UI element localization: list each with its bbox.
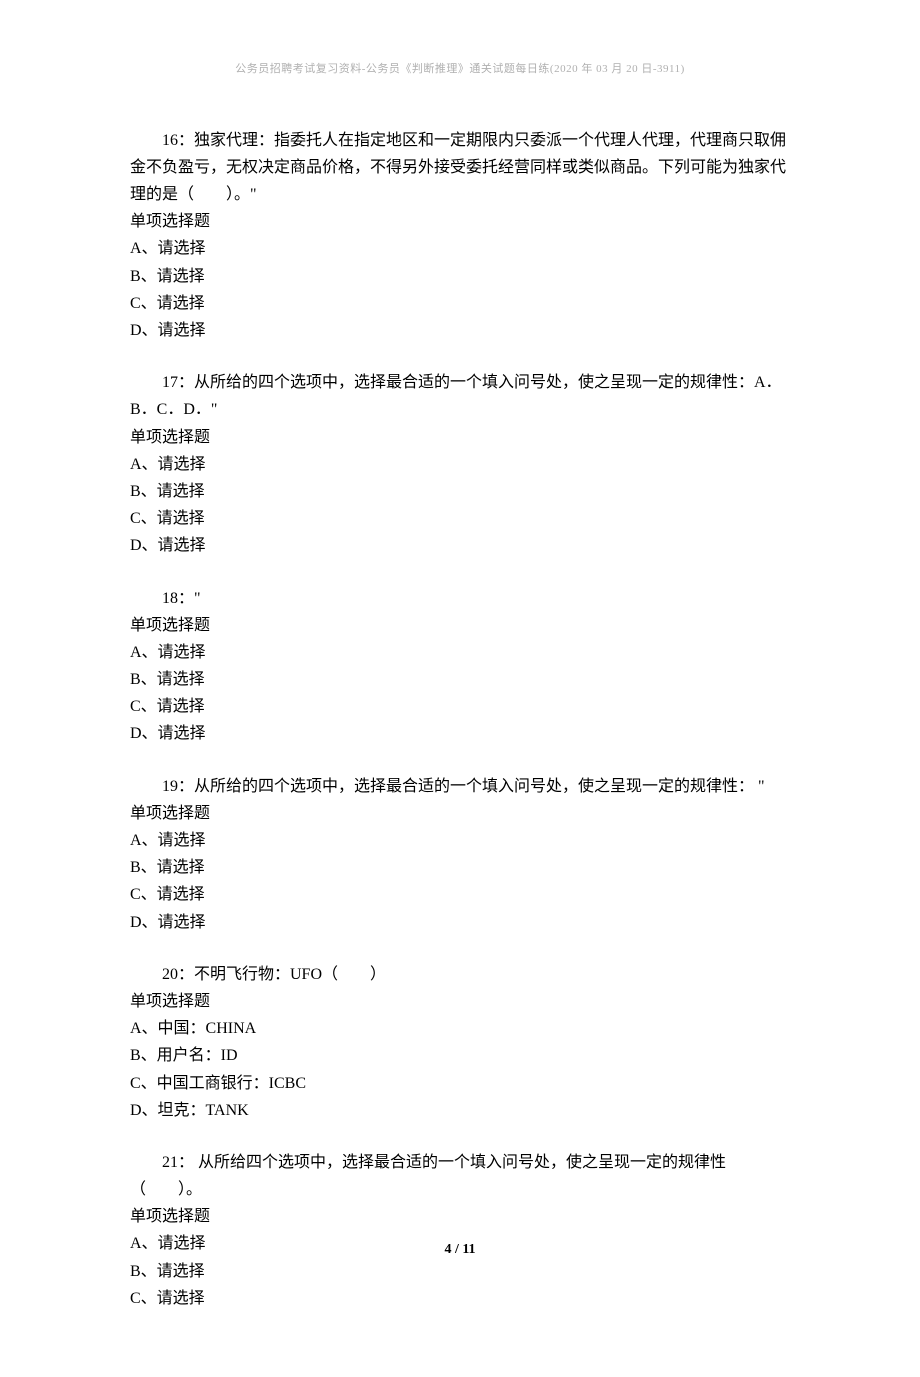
question-text: 17：从所给的四个选项中，选择最合适的一个填入问号处，使之呈现一定的规律性：A．… [130, 369, 790, 423]
question-number: 21 [162, 1154, 178, 1171]
question-body: ：独家代理：指委托人在指定地区和一定期限内只委派一个代理人代理，代理商只取佣金不… [130, 132, 786, 203]
question-type: 单项选择题 [130, 988, 790, 1015]
page-header: 公务员招聘考试复习资料-公务员《判断推理》通关试题每日练(2020 年 03 月… [130, 60, 790, 79]
option-c: C、请选择 [130, 881, 790, 908]
question-number: 17 [162, 374, 178, 391]
question-16: 16：独家代理：指委托人在指定地区和一定期限内只委派一个代理人代理，代理商只取佣… [130, 127, 790, 345]
question-type: 单项选择题 [130, 612, 790, 639]
option-b: B、请选择 [130, 263, 790, 290]
option-d: D、请选择 [130, 532, 790, 559]
question-number: 19 [162, 778, 178, 795]
question-number: 18 [162, 590, 178, 607]
question-19: 19：从所给的四个选项中，选择最合适的一个填入问号处，使之呈现一定的规律性： "… [130, 773, 790, 936]
question-body: ：不明飞行物：UFO（ ） [178, 966, 386, 983]
option-a: A、请选择 [130, 639, 790, 666]
option-b: B、请选择 [130, 478, 790, 505]
question-body: ：从所给的四个选项中，选择最合适的一个填入问号处，使之呈现一定的规律性：A．B．… [130, 374, 782, 418]
question-text: 20：不明飞行物：UFO（ ） [130, 961, 790, 988]
question-text: 21： 从所给四个选项中，选择最合适的一个填入问号处，使之呈现一定的规律性（ ）… [130, 1149, 790, 1203]
question-20: 20：不明飞行物：UFO（ ） 单项选择题 A、中国：CHINA B、用户名：I… [130, 961, 790, 1124]
option-a: A、请选择 [130, 451, 790, 478]
question-text: 18：" [130, 585, 790, 612]
option-a: A、中国：CHINA [130, 1015, 790, 1042]
option-c: C、中国工商银行：ICBC [130, 1070, 790, 1097]
option-a: A、请选择 [130, 827, 790, 854]
question-type: 单项选择题 [130, 208, 790, 235]
question-17: 17：从所给的四个选项中，选择最合适的一个填入问号处，使之呈现一定的规律性：A．… [130, 369, 790, 559]
option-d: D、坦克：TANK [130, 1097, 790, 1124]
question-type: 单项选择题 [130, 800, 790, 827]
question-18: 18：" 单项选择题 A、请选择 B、请选择 C、请选择 D、请选择 [130, 585, 790, 748]
option-c: C、请选择 [130, 1285, 790, 1312]
option-b: B、请选择 [130, 854, 790, 881]
document-page: 公务员招聘考试复习资料-公务员《判断推理》通关试题每日练(2020 年 03 月… [0, 0, 920, 1377]
option-a: A、请选择 [130, 235, 790, 262]
question-type: 单项选择题 [130, 1203, 790, 1230]
question-21: 21： 从所给四个选项中，选择最合适的一个填入问号处，使之呈现一定的规律性（ ）… [130, 1149, 790, 1312]
option-c: C、请选择 [130, 290, 790, 317]
option-d: D、请选择 [130, 317, 790, 344]
option-d: D、请选择 [130, 909, 790, 936]
option-c: C、请选择 [130, 693, 790, 720]
question-body: ： 从所给四个选项中，选择最合适的一个填入问号处，使之呈现一定的规律性（ ）。 [130, 1154, 726, 1198]
question-text: 19：从所给的四个选项中，选择最合适的一个填入问号处，使之呈现一定的规律性： " [130, 773, 790, 800]
option-b: B、用户名：ID [130, 1042, 790, 1069]
option-b: B、请选择 [130, 666, 790, 693]
question-number: 16 [162, 132, 178, 149]
question-type: 单项选择题 [130, 424, 790, 451]
question-text: 16：独家代理：指委托人在指定地区和一定期限内只委派一个代理人代理，代理商只取佣… [130, 127, 790, 209]
option-d: D、请选择 [130, 720, 790, 747]
question-number: 20 [162, 966, 178, 983]
question-body: ：" [178, 590, 201, 607]
question-body: ：从所给的四个选项中，选择最合适的一个填入问号处，使之呈现一定的规律性： " [178, 778, 765, 795]
option-c: C、请选择 [130, 505, 790, 532]
page-number: 4 / 11 [0, 1238, 920, 1262]
